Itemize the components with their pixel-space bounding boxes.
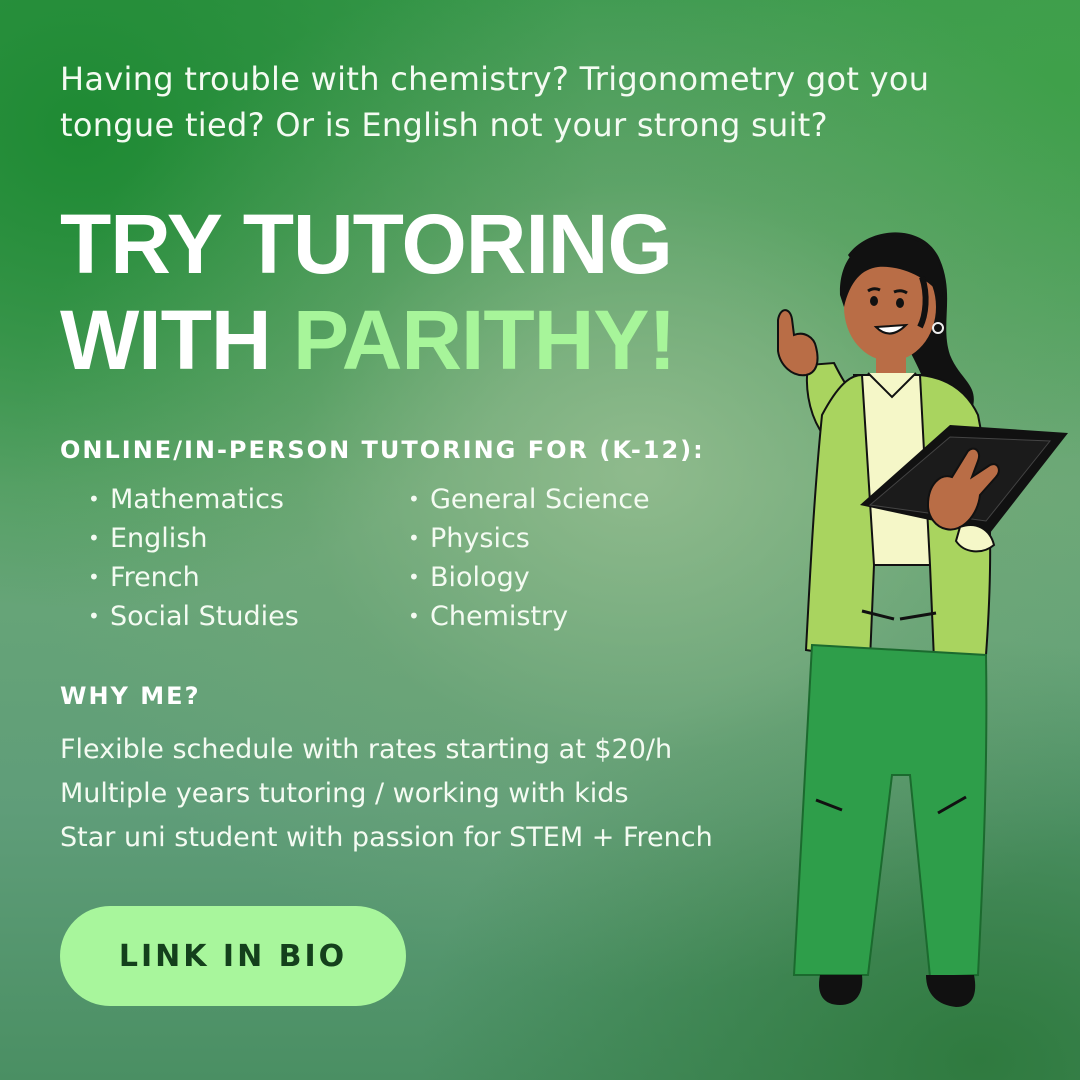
subject-label: Biology bbox=[430, 562, 530, 593]
subjects-list-right: • General Science • Physics • Biology • Chem… bbox=[406, 480, 650, 636]
bullet-icon: • bbox=[88, 565, 100, 589]
subject-label: Chemistry bbox=[430, 601, 569, 632]
reasons-list: Flexible schedule with rates starting at… bbox=[60, 728, 713, 860]
subjects-list-left: • Mathematics • English • French • Social St… bbox=[86, 480, 299, 636]
subject-label: Social Studies bbox=[110, 601, 299, 632]
list-item: • Social Studies bbox=[86, 597, 299, 636]
bullet-icon: • bbox=[408, 487, 420, 511]
bullet-icon: • bbox=[408, 526, 420, 550]
list-item: • Mathematics bbox=[86, 480, 299, 519]
subject-label: French bbox=[110, 562, 200, 593]
bullet-icon: • bbox=[88, 487, 100, 511]
list-item: • Physics bbox=[406, 519, 650, 558]
subject-label: Physics bbox=[430, 523, 530, 554]
headline: TRY TUTORING WITH PARITHY! bbox=[60, 196, 676, 388]
subject-label: General Science bbox=[430, 484, 650, 515]
list-item: • French bbox=[86, 558, 299, 597]
list-item: • General Science bbox=[406, 480, 650, 519]
bullet-icon: • bbox=[408, 604, 420, 628]
headline-line-2-plain: WITH bbox=[60, 293, 293, 387]
reason-item: Multiple years tutoring / working with k… bbox=[60, 778, 629, 809]
why-me-heading: WHY ME? bbox=[60, 682, 201, 710]
intro-text: Having trouble with chemistry? Trigonome… bbox=[60, 60, 930, 144]
subjects-heading: ONLINE/IN-PERSON TUTORING FOR (K-12): bbox=[60, 436, 705, 464]
headline-line-1: TRY TUTORING bbox=[60, 197, 673, 291]
list-item: • Biology bbox=[406, 558, 650, 597]
tutor-illustration-icon bbox=[777, 232, 1068, 1007]
subject-label: Mathematics bbox=[110, 484, 284, 515]
headline-name-accent: PARITHY! bbox=[292, 293, 676, 387]
reason-item: Flexible schedule with rates starting at… bbox=[60, 734, 673, 765]
bullet-icon: • bbox=[88, 526, 100, 550]
list-item: • Chemistry bbox=[406, 597, 650, 636]
bullet-icon: • bbox=[408, 565, 420, 589]
bullet-icon: • bbox=[88, 604, 100, 628]
list-item: • English bbox=[86, 519, 299, 558]
link-in-bio-button[interactable]: LINK IN BIO bbox=[60, 906, 406, 1006]
subject-label: English bbox=[110, 523, 208, 554]
tutoring-poster: Having trouble with chemistry? Trigonome… bbox=[0, 0, 1080, 1080]
reason-item: Star uni student with passion for STEM +… bbox=[60, 822, 713, 853]
